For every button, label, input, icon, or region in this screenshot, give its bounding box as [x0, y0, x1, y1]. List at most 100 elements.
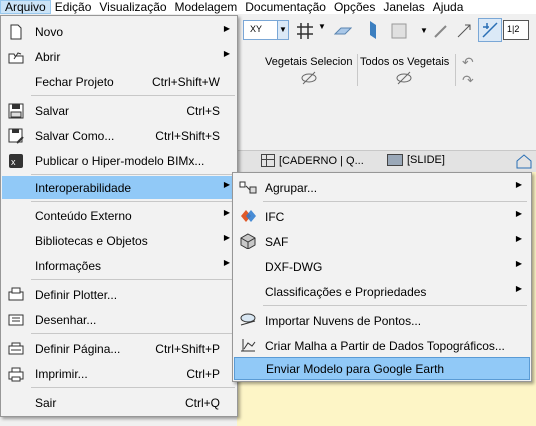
submenu-arrow-icon: ▶: [515, 209, 522, 218]
menu-item-novo[interactable]: Novo ▶: [2, 20, 236, 44]
menu-item-interoperabilidade[interactable]: Interoperabilidade ▶: [2, 176, 236, 199]
hide-icon[interactable]: [300, 70, 318, 88]
toolbar-divider: [455, 54, 456, 86]
menu-separator: [31, 279, 235, 280]
menu-item-fechar-projeto[interactable]: Fechar Projeto Ctrl+Shift+W: [2, 70, 236, 94]
plot-icon: [8, 314, 24, 326]
redo-icon[interactable]: ↷: [462, 72, 480, 90]
submenu-item-criar-malha[interactable]: Criar Malha a Partir de Dados Topográfic…: [234, 333, 530, 357]
menu-item-conteudo-externo[interactable]: Conteúdo Externo ▶: [2, 204, 236, 228]
submenu-arrow-icon: ▶: [515, 259, 522, 268]
menu-item-informacoes[interactable]: Informações ▶: [2, 254, 236, 278]
menu-ajuda[interactable]: Ajuda: [429, 0, 468, 14]
menu-item-label: Informações: [35, 259, 102, 273]
menu-item-publicar-bimx[interactable]: x Publicar o Hiper-modelo BIMx...: [2, 149, 236, 173]
menu-item-label: Publicar o Hiper-modelo BIMx...: [35, 154, 205, 168]
menu-item-imprimir[interactable]: Imprimir... Ctrl+P: [2, 362, 236, 386]
menu-item-shortcut: Ctrl+Shift+W: [151, 75, 220, 89]
menu-separator: [31, 333, 235, 334]
submenu-item-google-earth[interactable]: Enviar Modelo para Google Earth: [234, 357, 530, 380]
dropdown-arrow-icon[interactable]: ▼: [277, 20, 289, 40]
menu-item-label: Definir Página...: [35, 342, 121, 356]
submenu-arrow-icon: ▶: [515, 234, 522, 243]
submenu-arrow-icon: ▶: [223, 233, 230, 242]
plane-icon[interactable]: [333, 22, 353, 40]
submenu-arrow-icon: ▶: [223, 208, 230, 217]
submenu-item-label: Enviar Modelo para Google Earth: [266, 362, 445, 376]
menu-janelas[interactable]: Janelas: [379, 0, 428, 14]
menu-item-label: Bibliotecas e Objetos: [35, 234, 148, 248]
menu-item-sair[interactable]: Sair Ctrl+Q: [2, 391, 236, 415]
vegetais-selecionados-label[interactable]: Vegetais Selecion: [265, 56, 352, 68]
layer-icon[interactable]: [390, 22, 408, 40]
scale-icon[interactable]: 1|2: [503, 20, 529, 40]
submenu-arrow-icon: ▶: [223, 49, 230, 58]
menu-item-shortcut: Ctrl+S: [186, 104, 220, 118]
submenu-item-nuvens-pontos[interactable]: Importar Nuvens de Pontos...: [234, 308, 530, 332]
menu-item-definir-pagina[interactable]: Definir Página... Ctrl+Shift+P: [2, 337, 236, 361]
submenu-item-classificacoes[interactable]: Classificações e Propriedades ▶: [234, 279, 530, 303]
menu-separator: [263, 305, 527, 306]
resize-icon[interactable]: [455, 22, 473, 40]
svg-text:x: x: [11, 157, 16, 167]
xy-coordinate-icon[interactable]: XY: [243, 20, 279, 40]
slide-icon: [387, 154, 403, 166]
menu-visualizacao[interactable]: Visualização: [95, 0, 170, 14]
hide-all-icon[interactable]: [395, 70, 413, 88]
submenu-arrow-icon: ▶: [223, 180, 230, 189]
grid-snap-icon[interactable]: [296, 22, 314, 40]
menu-item-bibliotecas[interactable]: Bibliotecas e Objetos ▶: [2, 229, 236, 253]
submenu-item-label: Criar Malha a Partir de Dados Topográfic…: [265, 339, 505, 353]
menu-item-label: Novo: [35, 25, 64, 39]
printer-icon: [8, 367, 24, 382]
house-icon[interactable]: [515, 153, 533, 169]
point-cloud-icon: [240, 313, 256, 326]
tab-caderno-label: [CADERNO | Q...: [279, 154, 364, 167]
view-tab-strip: [CADERNO | Q... [SLIDE]: [237, 150, 536, 174]
menu-item-label: Fechar Projeto: [35, 75, 114, 89]
submenu-item-label: Classificações e Propriedades: [265, 285, 427, 299]
menu-edicao[interactable]: Edição: [51, 0, 96, 14]
page-setup-icon: [8, 342, 24, 355]
magic-wand-icon[interactable]: [432, 22, 450, 40]
menu-opcoes[interactable]: Opções: [330, 0, 379, 14]
submenu-item-dxf-dwg[interactable]: DXF-DWG ▶: [234, 254, 530, 278]
menu-bar: Arquivo Edição Visualização Modelagem Do…: [0, 0, 536, 14]
open-folder-icon: [8, 52, 24, 64]
mesh-terrain-icon: [241, 339, 256, 352]
submenu-arrow-icon: ▶: [223, 258, 230, 267]
ifc-icon: [241, 210, 256, 222]
menu-item-salvar-como[interactable]: Salvar Como... Ctrl+Shift+S: [2, 124, 236, 148]
submenu-item-agrupar[interactable]: Agrupar... ▶: [234, 175, 530, 199]
menu-item-desenhar[interactable]: Desenhar...: [2, 308, 236, 332]
menu-item-label: Interoperabilidade: [35, 181, 132, 195]
menu-arquivo[interactable]: Arquivo: [0, 0, 51, 14]
undo-icon[interactable]: ↶: [462, 54, 480, 72]
menu-item-label: Salvar Como...: [35, 129, 115, 143]
todos-vegetais-label[interactable]: Todos os Vegetais: [360, 56, 449, 68]
menu-separator: [31, 387, 235, 388]
menu-separator: [263, 201, 527, 202]
merge-icon: [239, 181, 257, 194]
snap-guide-icon[interactable]: [478, 18, 502, 42]
submenu-item-ifc[interactable]: IFC ▶: [234, 204, 530, 228]
submenu-item-saf[interactable]: SAF ▶: [234, 229, 530, 253]
tab-caderno[interactable]: [CADERNO | Q...: [261, 154, 364, 167]
menu-documentacao[interactable]: Documentação: [241, 0, 330, 14]
menu-item-label: Salvar: [35, 104, 70, 118]
menu-item-definir-plotter[interactable]: Definir Plotter...: [2, 283, 236, 307]
menu-modelagem[interactable]: Modelagem: [171, 0, 242, 14]
bimx-icon: x: [9, 154, 23, 168]
submenu-item-label: SAF: [265, 235, 289, 249]
menu-item-salvar[interactable]: Salvar Ctrl+S: [2, 99, 236, 123]
menu-item-abrir[interactable]: Abrir ▶: [2, 45, 236, 69]
tab-slide[interactable]: [SLIDE]: [387, 154, 445, 166]
menu-item-label: Definir Plotter...: [35, 288, 118, 302]
menu-item-label: Sair: [35, 396, 57, 410]
new-file-icon: [10, 24, 22, 40]
submenu-arrow-icon: ▶: [515, 284, 522, 293]
menu-item-label: Abrir: [35, 50, 61, 64]
submenu-arrow-icon: ▶: [223, 24, 230, 33]
elevation-icon[interactable]: [364, 20, 382, 39]
save-as-icon: [8, 128, 24, 144]
